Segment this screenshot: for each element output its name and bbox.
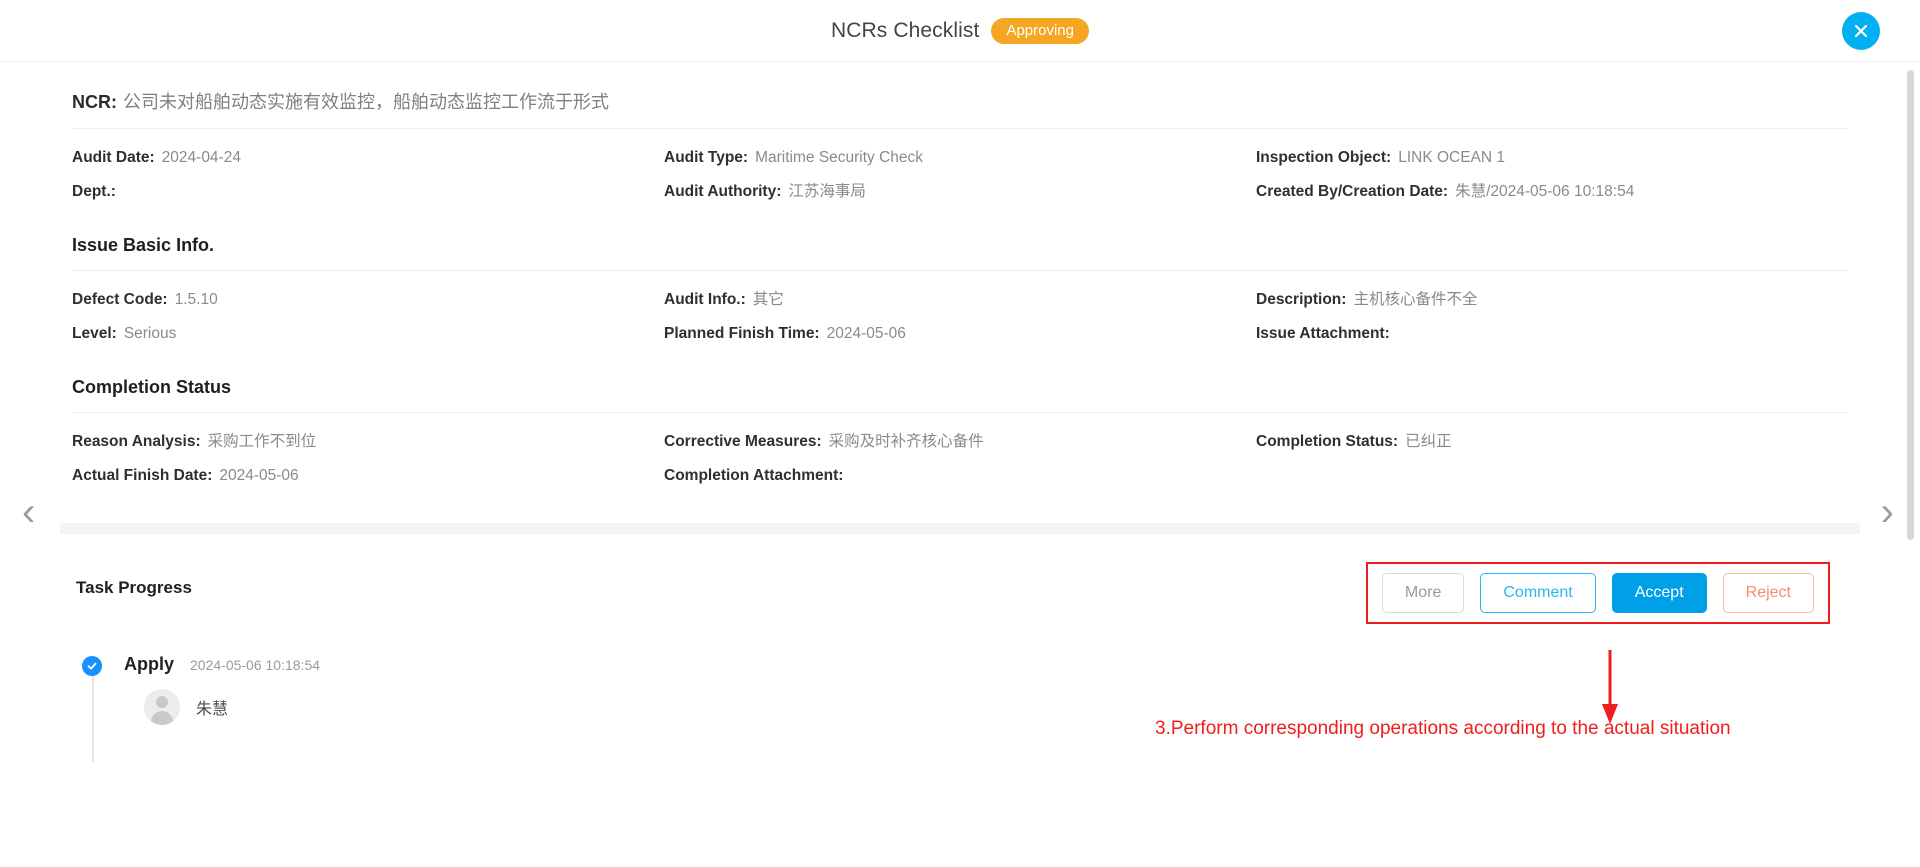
field-empty: [1256, 465, 1848, 487]
status-badge: Approving: [991, 17, 1089, 44]
field-label: Dept.:: [72, 183, 116, 200]
field-value: 2024-05-06: [826, 325, 906, 342]
close-button[interactable]: [1842, 11, 1880, 50]
field-audit-type: Audit Type: Maritime Security Check: [664, 147, 1256, 169]
prev-record-button[interactable]: ‹: [22, 492, 35, 532]
field-label: Audit Authority:: [664, 183, 782, 200]
chevron-left-icon: ‹: [22, 490, 36, 534]
completion-status-fields: Reason Analysis: 采购工作不到位 Corrective Measu…: [72, 413, 1848, 503]
field-value: 主机核心备件不全: [1353, 291, 1478, 308]
avatar: [144, 688, 180, 725]
field-label: Defect Code:: [72, 291, 168, 308]
field-dept: Dept.:: [72, 181, 664, 203]
field-planned-finish-time: Planned Finish Time: 2024-05-06: [664, 323, 1256, 345]
issue-basic-info-fields: Defect Code: 1.5.10 Audit Info.: 其它 Descri…: [72, 271, 1848, 361]
field-level: Level: Serious: [72, 323, 664, 345]
ncr-value: 公司未对船舶动态实施有效监控，船舶动态监控工作流于形式: [123, 92, 609, 112]
timeline-timestamp: 2024-05-06 10:18:54: [190, 656, 321, 673]
field-actual-finish-date: Actual Finish Date: 2024-05-06: [72, 465, 664, 487]
section-title-completion-status: Completion Status: [72, 377, 232, 397]
field-value: 已纠正: [1405, 433, 1452, 450]
field-description: Description: 主机核心备件不全: [1256, 289, 1848, 311]
field-reason-analysis: Reason Analysis: 采购工作不到位: [72, 431, 664, 453]
page-title: NCRs Checklist: [831, 18, 980, 42]
field-label: Audit Type:: [664, 149, 749, 166]
task-progress-section: Task Progress More Comment Accept Reject: [72, 534, 1848, 762]
field-label: Planned Finish Time:: [664, 325, 820, 342]
field-completion-status: Completion Status: 已纠正: [1256, 431, 1848, 453]
timeline-user-name: 朱慧: [196, 700, 229, 718]
close-icon: [1851, 21, 1871, 41]
next-record-button[interactable]: ›: [1881, 492, 1894, 532]
field-inspection-object: Inspection Object: LINK OCEAN 1: [1256, 147, 1848, 169]
section-separator-band: [60, 523, 1860, 534]
field-defect-code: Defect Code: 1.5.10: [72, 289, 664, 311]
field-audit-date: Audit Date: 2024-04-24: [72, 147, 664, 169]
field-value: 其它: [752, 291, 784, 308]
field-value: Serious: [123, 325, 177, 342]
modal-body: ‹ › NCR: 公司未对船舶动态实施有效监控，船舶动态监控工作流于形式 Audi…: [0, 62, 1920, 867]
field-value: 江苏海事局: [788, 183, 866, 200]
field-audit-info: Audit Info.: 其它: [664, 289, 1256, 311]
field-value: 2024-05-06: [219, 467, 299, 484]
timeline-item: Apply 2024-05-06 10:18:54 朱慧: [82, 654, 1848, 725]
field-audit-authority: Audit Authority: 江苏海事局: [664, 181, 1256, 203]
field-label: Completion Status:: [1256, 433, 1399, 450]
timeline-item-user: 朱慧: [144, 688, 320, 725]
more-button[interactable]: More: [1381, 573, 1465, 613]
timeline-item-head: Apply 2024-05-06 10:18:54: [124, 654, 320, 675]
field-label: Created By/Creation Date:: [1256, 183, 1449, 200]
field-value: LINK OCEAN 1: [1398, 149, 1506, 166]
overview-fields: Audit Date: 2024-04-24 Audit Type: Maritim…: [72, 129, 1848, 219]
field-value: Maritime Security Check: [755, 149, 924, 166]
accept-button[interactable]: Accept: [1611, 573, 1707, 613]
field-label: Level:: [72, 325, 117, 342]
field-value: 采购及时补齐核心备件: [828, 433, 984, 450]
chevron-right-icon: ›: [1880, 490, 1894, 534]
vertical-scrollbar[interactable]: [1907, 70, 1914, 630]
field-corrective-measures: Corrective Measures: 采购及时补齐核心备件: [664, 431, 1256, 453]
field-created-by: Created By/Creation Date: 朱慧/2024-05-06 1…: [1256, 181, 1848, 203]
action-buttons-group: More Comment Accept Reject: [1365, 562, 1830, 624]
field-label: Description:: [1256, 291, 1347, 308]
field-label: Reason Analysis:: [72, 433, 201, 450]
modal-title-group: NCRs Checklist Approving: [831, 17, 1089, 44]
comment-button[interactable]: Comment: [1480, 573, 1596, 613]
section-title-issue-basic-info: Issue Basic Info.: [72, 235, 215, 255]
field-issue-attachment: Issue Attachment:: [1256, 323, 1848, 345]
task-progress-header: Task Progress More Comment Accept Reject: [72, 562, 1848, 624]
task-progress-title: Task Progress: [76, 578, 192, 597]
field-label: Completion Attachment:: [664, 467, 844, 484]
ncr-checklist-modal: NCRs Checklist Approving ‹ › NCR: 公司未对船舶动…: [0, 0, 1920, 867]
field-label: Audit Info.:: [664, 291, 746, 308]
field-completion-attachment: Completion Attachment:: [664, 465, 1256, 487]
timeline-item-content: Apply 2024-05-06 10:18:54 朱慧: [124, 654, 320, 725]
field-value: 1.5.10: [174, 291, 218, 308]
reject-button[interactable]: Reject: [1722, 573, 1814, 613]
annotation-text: 3.Perform corresponding operations accor…: [1155, 718, 1731, 739]
task-timeline: Apply 2024-05-06 10:18:54 朱慧: [72, 654, 1848, 762]
field-value: 2024-04-24: [161, 149, 241, 166]
field-label: Issue Attachment:: [1256, 325, 1390, 342]
field-label: Audit Date:: [72, 149, 155, 166]
field-value: 朱慧/2024-05-06 10:18:54: [1455, 183, 1635, 200]
timeline-step-name: Apply: [124, 653, 175, 674]
field-value: 采购工作不到位: [207, 433, 317, 450]
modal-header: NCRs Checklist Approving: [0, 0, 1920, 62]
check-circle-icon: [82, 655, 102, 676]
ncr-headline: NCR: 公司未对船舶动态实施有效监控，船舶动态监控工作流于形式: [72, 62, 1848, 128]
field-label: Actual Finish Date:: [72, 467, 213, 484]
field-label: Corrective Measures:: [664, 433, 822, 450]
field-label: Inspection Object:: [1256, 149, 1392, 166]
ncr-label: NCR:: [72, 92, 117, 112]
scrollbar-thumb[interactable]: [1907, 70, 1914, 540]
